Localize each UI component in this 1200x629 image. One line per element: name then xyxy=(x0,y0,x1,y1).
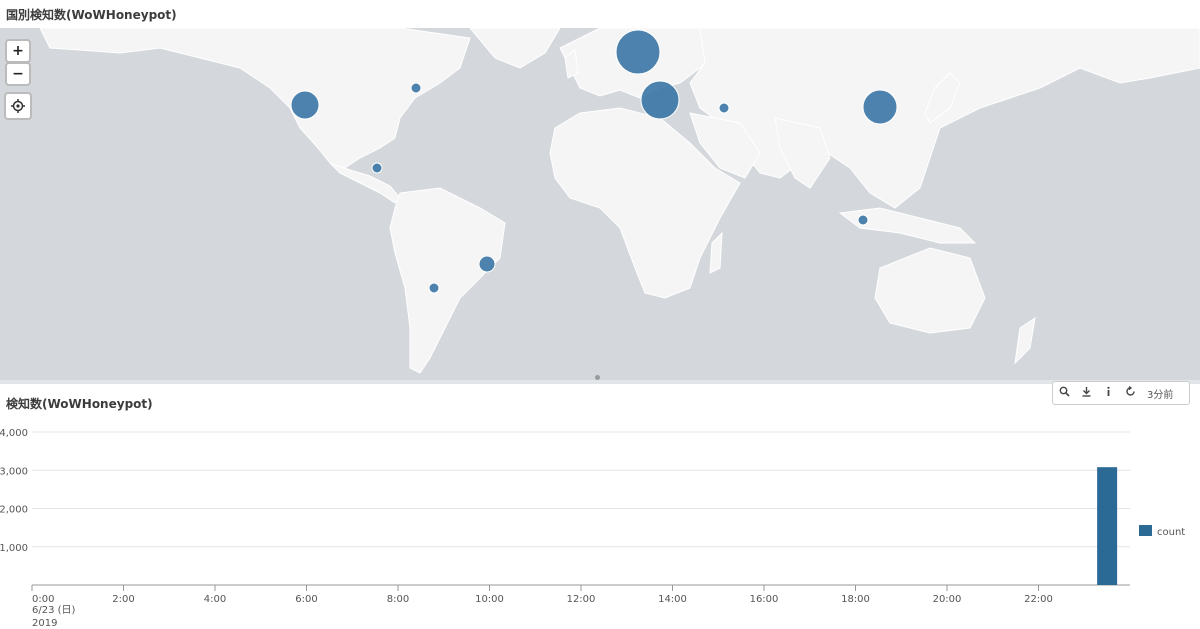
x-tick-label: 8:00 xyxy=(387,594,409,605)
x-year-label: 2019 xyxy=(32,618,57,629)
crosshair-icon xyxy=(11,99,25,113)
marker-us-west[interactable] xyxy=(290,90,320,120)
y-tick-label: 2,000 xyxy=(0,505,28,516)
land-indonesia xyxy=(838,207,977,244)
zoom-in-button[interactable]: + xyxy=(5,39,31,63)
bar-chart: 4,000 3,000 2,000 1,000 0:00 2:00 4:00 6:00 8:00… xyxy=(0,428,1185,629)
y-tick-label: 1,000 xyxy=(0,543,28,554)
marker-central-america[interactable] xyxy=(371,162,383,174)
x-tick-label: 18:00 xyxy=(841,594,870,605)
x-date-label: 6/23 (日) xyxy=(32,605,76,616)
x-tick-label: 10:00 xyxy=(475,594,504,605)
marker-argentina[interactable] xyxy=(428,282,440,294)
marker-us-east[interactable] xyxy=(410,82,422,94)
locate-button[interactable] xyxy=(4,92,32,120)
x-tick-label: 20:00 xyxy=(933,594,962,605)
map-panel-title: 国別検知数(WoWHoneypot) xyxy=(6,8,177,22)
x-tick-label: 22:00 xyxy=(1024,594,1053,605)
legend-swatch-count xyxy=(1139,525,1152,536)
land-north-america xyxy=(39,28,471,169)
marker-turkey[interactable] xyxy=(640,80,680,120)
land-south-america xyxy=(389,187,506,374)
x-tick-label: 16:00 xyxy=(750,594,779,605)
land-masses xyxy=(39,28,1200,374)
marker-indonesia[interactable] xyxy=(857,214,869,226)
land-asia xyxy=(689,28,1200,209)
land-greenland xyxy=(469,28,561,69)
x-tick-label: 2:00 xyxy=(112,594,134,605)
x-tick-label: 6:00 xyxy=(295,594,317,605)
bar-count xyxy=(1097,467,1118,585)
x-tick-label: 0:00 xyxy=(32,594,54,605)
marker-china[interactable] xyxy=(862,89,898,125)
marker-iran[interactable] xyxy=(718,102,730,114)
resize-handle[interactable] xyxy=(595,375,600,380)
x-tick-label: 14:00 xyxy=(658,594,687,605)
y-tick-label: 3,000 xyxy=(0,466,28,477)
land-australia xyxy=(874,247,986,334)
world-map[interactable] xyxy=(0,28,1200,380)
land-madagascar xyxy=(709,231,723,274)
marker-brazil[interactable] xyxy=(478,255,496,273)
zoom-out-button[interactable]: − xyxy=(5,62,31,86)
land-central-america xyxy=(329,162,401,204)
legend-label-count: count xyxy=(1157,527,1185,538)
chart-panel: 検知数(WoWHoneypot) 4,000 3,000 2,000 1,000 0:0… xyxy=(0,384,1200,629)
marker-europe[interactable] xyxy=(615,29,661,75)
x-tick-label: 12:00 xyxy=(567,594,596,605)
x-tick-label: 4:00 xyxy=(204,594,226,605)
map-panel: 国別検知数(WoWHoneypot) + − xyxy=(0,0,1200,384)
land-new-zealand xyxy=(1014,316,1036,365)
world-map-svg xyxy=(39,28,1200,374)
y-tick-label: 4,000 xyxy=(0,428,28,439)
